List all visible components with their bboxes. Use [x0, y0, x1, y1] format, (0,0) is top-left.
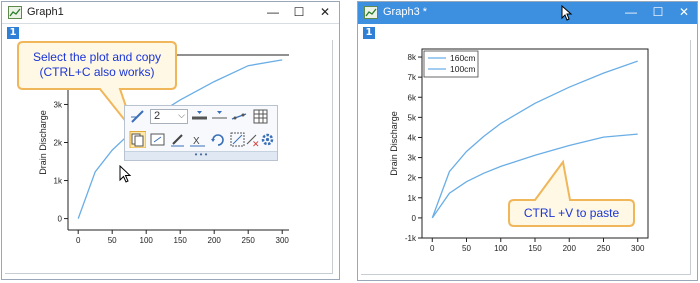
- line-width-dropdown[interactable]: 2 ⌵: [150, 109, 188, 124]
- toolbar-expand-handle[interactable]: • • •: [125, 151, 277, 160]
- graph3-window[interactable]: Graph3 * — ☐ ✕ 1 -1k 0 1k 2k 3k 4k 5k 6k 7k 8k 0 50…: [357, 1, 698, 281]
- worksheet-icon[interactable]: [252, 108, 269, 125]
- gear-icon[interactable]: [259, 131, 276, 148]
- y-tick-label: 4k: [408, 133, 417, 142]
- x-tick-label: 150: [528, 244, 542, 253]
- y-tick-label: 2k: [54, 139, 63, 148]
- x-tick-label: 200: [563, 244, 577, 253]
- x-tick-label: 0: [76, 236, 81, 245]
- x-tick-label: 200: [208, 236, 222, 245]
- refresh-icon[interactable]: [209, 131, 226, 148]
- mouse-cursor-icon: [119, 165, 132, 183]
- x-tick-label: 100: [494, 244, 508, 253]
- y-tick-label: 7k: [408, 73, 417, 82]
- copy-callout: Select the plot and copy (CTRL+C also wo…: [20, 50, 174, 80]
- copy-plot-icon[interactable]: [129, 131, 146, 148]
- mini-toolbar-row-1: 2 ⌵: [125, 106, 277, 128]
- line-width-value: 2: [154, 110, 161, 122]
- x-tick-label: 50: [108, 236, 117, 245]
- chevron-down-icon: ⌵: [178, 110, 185, 120]
- paste-callout: CTRL +V to paste: [523, 206, 620, 220]
- x-tick-label: 250: [597, 244, 611, 253]
- series-line-160cm: [431, 60, 638, 219]
- mini-toolbar-row-2: X ✕: [125, 129, 277, 151]
- axis-scale-icon[interactable]: X: [189, 131, 206, 148]
- plot-range-icon[interactable]: [149, 131, 166, 148]
- x-tick-label: 100: [140, 236, 154, 245]
- x-tick-label: 300: [276, 236, 290, 245]
- callout-line-2: (CTRL+C also works): [39, 65, 155, 79]
- callout-line-1: Select the plot and copy: [32, 50, 162, 64]
- y-tick-label: 3k: [54, 100, 63, 109]
- y-tick-label: 5k: [408, 113, 417, 122]
- x-tick-label: 150: [174, 236, 188, 245]
- x-tick-label: 300: [631, 244, 645, 253]
- y-axis-title: Drain Discharge: [38, 110, 48, 175]
- connect-line-icon[interactable]: [231, 108, 248, 125]
- y-axis-title: Drain Discharge: [389, 111, 399, 176]
- line-dash-icon[interactable]: [211, 108, 228, 125]
- y-tick-label: 6k: [408, 93, 417, 102]
- y-tick-label: 1k: [408, 194, 417, 203]
- x-tick-label: 50: [462, 244, 471, 253]
- y-tick-label: 1k: [54, 177, 63, 186]
- legend-label: 100cm: [450, 64, 476, 74]
- y-tick-label: 2k: [408, 174, 417, 183]
- legend-label: 160cm: [450, 53, 476, 63]
- svg-text:X: X: [193, 136, 200, 147]
- y-tick-label: 3k: [408, 154, 417, 163]
- x-tick-label: 0: [430, 244, 435, 253]
- graph3-chart[interactable]: -1k 0 1k 2k 3k 4k 5k 6k 7k 8k 0 50 100 150 200 250 300 Dr…: [358, 2, 699, 282]
- line-style-icon[interactable]: [129, 108, 146, 125]
- y-tick-label: 0: [58, 215, 63, 224]
- x-tick-label: 250: [242, 236, 256, 245]
- graph1-window[interactable]: Graph1 — ☐ ✕ 1 0 1k 2k 3k 4k 0 50 100 150 200 250 3…: [1, 1, 340, 280]
- y-tick-label: 8k: [408, 53, 417, 62]
- line-thickness-icon[interactable]: [191, 108, 208, 125]
- y-tick-label: 0: [412, 214, 417, 223]
- plot-mini-toolbar[interactable]: 2 ⌵ X ✕ • • •: [124, 105, 278, 161]
- y-tick-label: -1k: [405, 234, 417, 243]
- edit-data-icon[interactable]: [169, 131, 186, 148]
